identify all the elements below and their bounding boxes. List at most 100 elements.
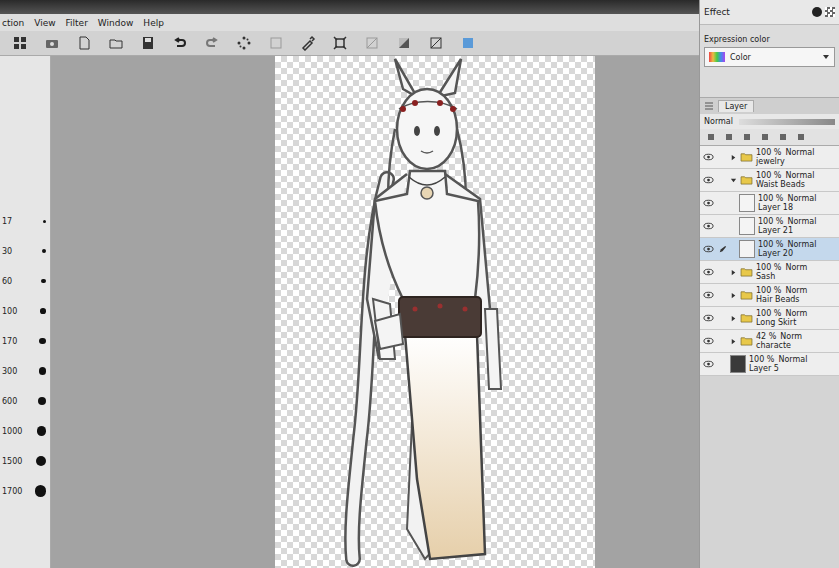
blend-mode-dropdown[interactable]: Normal	[700, 114, 839, 129]
effect-header: Effect	[700, 0, 839, 25]
fill2-icon[interactable]	[396, 35, 412, 51]
open-icon[interactable]	[108, 35, 124, 51]
eye-icon[interactable]	[703, 337, 714, 345]
brush-size-item[interactable]: 30	[2, 236, 48, 266]
collapsed-arrow-icon[interactable]	[730, 154, 737, 161]
layer-row[interactable]: 100 %NormalLayer 21	[700, 215, 839, 238]
save-icon[interactable]	[140, 35, 156, 51]
frame-icon[interactable]	[268, 35, 284, 51]
checker-icon[interactable]	[825, 7, 835, 17]
brush-size-item[interactable]: 170	[2, 326, 48, 356]
eye-icon[interactable]	[703, 222, 714, 230]
layer-row[interactable]: 100 %NormalWaist Beads	[700, 169, 839, 192]
brush-dot-icon	[37, 426, 46, 435]
brush-dot-icon	[43, 220, 46, 223]
layer-row[interactable]: 100 %NormSash	[700, 261, 839, 284]
layer-thumbnail	[739, 217, 755, 235]
undo-icon[interactable]	[172, 35, 188, 51]
panel-empty-area	[700, 376, 839, 568]
layer-thumbnail	[739, 240, 755, 258]
fill1-icon[interactable]	[364, 35, 380, 51]
brush-dot-icon	[39, 367, 47, 375]
brush-size-panel: 173060100170300600100015001700	[0, 56, 51, 568]
brush-size-item[interactable]: 1700	[2, 476, 48, 506]
eye-icon[interactable]	[703, 199, 714, 207]
color-swatch-icon	[709, 52, 725, 62]
brush-dot-icon	[35, 485, 46, 496]
collapsed-arrow-icon[interactable]	[730, 315, 737, 322]
eye-icon[interactable]	[703, 360, 714, 368]
layer-tool-icon[interactable]	[760, 132, 770, 142]
panel-menu-icon[interactable]	[704, 101, 714, 111]
brush-dot-icon	[38, 397, 46, 405]
layer-row[interactable]: 100 %NormalLayer 20	[700, 238, 839, 261]
expression-color-dropdown[interactable]: Color	[704, 47, 835, 67]
brush-dot-icon	[39, 338, 46, 345]
layer-tab[interactable]: Layer	[718, 100, 754, 112]
opacity-slider[interactable]	[739, 119, 835, 125]
layer-tool-icon[interactable]	[706, 132, 716, 142]
screen-bezel	[0, 0, 699, 14]
brush-dot-icon	[36, 456, 46, 466]
eye-icon[interactable]	[703, 176, 714, 184]
spin-icon[interactable]	[236, 35, 252, 51]
box-icon[interactable]	[460, 35, 476, 51]
ruler-icon[interactable]	[428, 35, 444, 51]
eye-icon[interactable]	[703, 153, 714, 161]
layer-tool-icon[interactable]	[742, 132, 752, 142]
layer-row[interactable]: 42 %Normcharacte	[700, 330, 839, 353]
layer-row[interactable]: 100 %Normaljewelry	[700, 146, 839, 169]
eye-icon[interactable]	[703, 314, 714, 322]
new-icon[interactable]	[76, 35, 92, 51]
layer-list: 100 %Normaljewelry100 %NormalWaist Beads…	[700, 146, 839, 376]
layer-tool-icon[interactable]	[778, 132, 788, 142]
cam-icon[interactable]	[44, 35, 60, 51]
redo-icon[interactable]	[204, 35, 220, 51]
layer-row[interactable]: 100 %NormalLayer 18	[700, 192, 839, 215]
layer-row[interactable]: 100 %NormHair Beads	[700, 284, 839, 307]
layer-tool-icon[interactable]	[796, 132, 806, 142]
menu-bar: ction View Filter Window Help	[0, 14, 699, 31]
collapsed-arrow-icon[interactable]	[730, 269, 737, 276]
eye-icon[interactable]	[703, 245, 714, 253]
brush-size-item[interactable]: 17	[2, 206, 48, 236]
canvas[interactable]	[275, 56, 595, 568]
brush-size-item[interactable]: 300	[2, 356, 48, 386]
brush-size-item[interactable]: 1000	[2, 416, 48, 446]
layer-row[interactable]: 100 %NormLong Skirt	[700, 307, 839, 330]
pen-icon	[718, 245, 727, 254]
effect-dot-icon[interactable]	[812, 7, 822, 17]
eye-icon[interactable]	[703, 291, 714, 299]
collapsed-arrow-icon[interactable]	[730, 292, 737, 299]
layer-thumbnail	[739, 194, 755, 212]
menu-item[interactable]: Window	[98, 18, 134, 28]
brush-dot-icon	[41, 279, 46, 284]
grid-icon[interactable]	[12, 35, 28, 51]
drop-icon[interactable]	[300, 35, 316, 51]
expression-color-section: Expression colorColor	[700, 25, 839, 97]
workspace: 173060100170300600100015001700	[0, 56, 699, 568]
layer-thumbnail	[730, 355, 746, 373]
right-panel: EffectExpression colorColor Layer Normal 10…	[699, 0, 839, 568]
menu-item[interactable]: Filter	[66, 18, 88, 28]
layer-tab-bar: Layer	[700, 97, 839, 114]
layer-tools	[700, 129, 839, 146]
collapsed-arrow-icon[interactable]	[730, 338, 737, 345]
eye-icon[interactable]	[703, 268, 714, 276]
brush-size-item[interactable]: 60	[2, 266, 48, 296]
brush-dot-icon	[42, 249, 46, 253]
menu-item[interactable]: View	[34, 18, 55, 28]
brush-size-item[interactable]: 600	[2, 386, 48, 416]
menu-item[interactable]: ction	[2, 18, 24, 28]
character-drawing	[275, 56, 595, 568]
layer-tool-icon[interactable]	[724, 132, 734, 142]
layer-row[interactable]: 100 %NormalLayer 5	[700, 353, 839, 376]
brush-size-item[interactable]: 100	[2, 296, 48, 326]
expanded-arrow-icon[interactable]	[730, 177, 737, 184]
folder-icon	[740, 175, 753, 185]
brush-dot-icon	[40, 308, 46, 314]
folder-icon	[740, 313, 753, 323]
menu-item[interactable]: Help	[143, 18, 164, 28]
cross-icon[interactable]	[332, 35, 348, 51]
brush-size-item[interactable]: 1500	[2, 446, 48, 476]
